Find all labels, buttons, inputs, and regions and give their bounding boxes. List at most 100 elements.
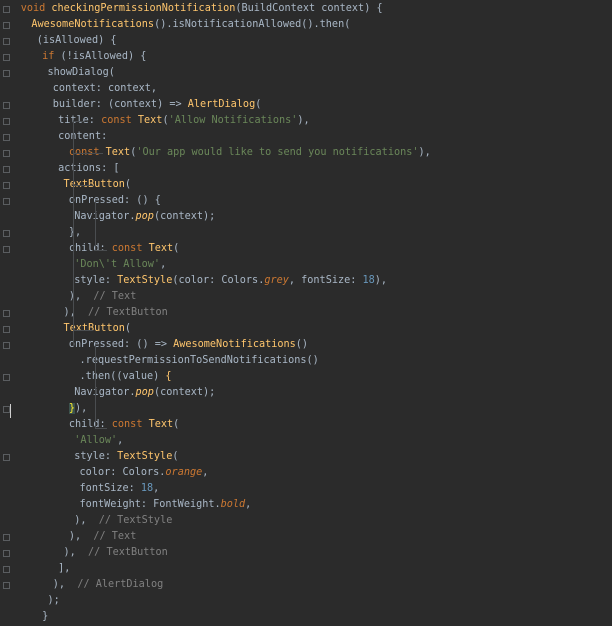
- text-caret: [10, 404, 11, 418]
- fold-marker-icon[interactable]: [3, 198, 10, 205]
- code-line[interactable]: style: TextStyle(: [74, 449, 178, 465]
- code-token: Navigator.: [74, 211, 136, 222]
- fold-marker-icon[interactable]: [3, 582, 10, 589]
- code-token: ),: [63, 547, 89, 558]
- code-line[interactable]: content:: [58, 129, 107, 145]
- code-token: (color: Colors.: [172, 275, 265, 286]
- code-line[interactable]: fontSize: 18,: [80, 481, 160, 497]
- code-token: 'Don\'t Allow': [74, 259, 161, 270]
- code-token: {: [165, 371, 172, 382]
- code-token: AlertDialog: [187, 99, 256, 110]
- code-token: ),: [297, 115, 310, 126]
- code-line[interactable]: showDialog(: [47, 65, 114, 81]
- fold-marker-icon[interactable]: [3, 22, 10, 29]
- fold-marker-icon[interactable]: [3, 118, 10, 125]
- code-line[interactable]: .then((value) {: [80, 369, 172, 385]
- fold-marker-icon[interactable]: [3, 230, 10, 237]
- fold-marker-icon[interactable]: [3, 38, 10, 45]
- code-line[interactable]: 'Allow',: [74, 433, 123, 449]
- code-token: (!isAllowed) {: [60, 51, 147, 62]
- code-token: 18: [362, 275, 375, 286]
- code-line[interactable]: );: [47, 593, 59, 609]
- code-line[interactable]: builder: (context) => AlertDialog(: [53, 97, 262, 113]
- fold-marker-icon[interactable]: [3, 134, 10, 141]
- fold-marker-icon[interactable]: [3, 534, 10, 541]
- code-token: ,: [153, 483, 160, 494]
- code-token: context) {: [315, 3, 383, 14]
- code-token: TextStyle: [117, 451, 173, 462]
- fold-marker-icon[interactable]: [3, 70, 10, 77]
- code-token: 'Allow Notifications': [168, 115, 298, 126]
- indent-guide: [73, 330, 93, 331]
- code-line[interactable]: color: Colors.orange,: [80, 465, 209, 481]
- code-token: ),: [52, 579, 78, 590]
- code-line[interactable]: }: [42, 609, 48, 625]
- code-line[interactable]: actions: [: [58, 161, 119, 177]
- code-line[interactable]: ), // TextStyle: [74, 513, 172, 529]
- fold-marker-icon[interactable]: [3, 246, 10, 253]
- code-token: orange: [165, 467, 203, 478]
- code-line[interactable]: void checkingPermissionNotification(Buil…: [21, 1, 383, 17]
- fold-marker-icon[interactable]: [3, 342, 10, 349]
- code-line[interactable]: ), // TextButton: [64, 305, 168, 321]
- code-token: 'Allow': [74, 435, 118, 446]
- fold-marker-icon[interactable]: [3, 150, 10, 157]
- code-token: if: [42, 51, 61, 62]
- code-line[interactable]: child: const Text(: [69, 241, 179, 257]
- code-line[interactable]: child: const Text(: [69, 417, 179, 433]
- code-line[interactable]: fontWeight: FontWeight.bold,: [80, 497, 252, 513]
- code-line[interactable]: title: const Text('Allow Notifications')…: [58, 113, 310, 129]
- code-editor[interactable]: void checkingPermissionNotification (Buil…: [0, 0, 612, 626]
- fold-marker-icon[interactable]: [3, 6, 10, 13]
- indent-guide: [73, 121, 85, 122]
- code-line[interactable]: onPressed: () {: [69, 193, 161, 209]
- fold-marker-icon[interactable]: [3, 374, 10, 381]
- code-token: const: [111, 243, 149, 254]
- fold-marker-icon[interactable]: [3, 566, 10, 573]
- code-token: (: [173, 243, 180, 254]
- code-token: onPressed: () =>: [68, 339, 174, 350]
- code-line[interactable]: context: context,: [53, 81, 157, 97]
- code-token: // TextButton: [88, 547, 168, 558]
- code-token: ,: [160, 259, 167, 270]
- code-line[interactable]: (isAllowed) {: [37, 33, 117, 49]
- code-token: ),: [418, 147, 431, 158]
- code-line[interactable]: const Text('Our app would like to send y…: [69, 145, 431, 161]
- code-line[interactable]: .requestPermissionToSendNotifications(): [80, 353, 319, 369]
- code-token: style:: [74, 275, 118, 286]
- fold-marker-icon[interactable]: [3, 166, 10, 173]
- code-line[interactable]: ],: [58, 561, 70, 577]
- code-token: (isAllowed) {: [36, 35, 117, 46]
- code-line[interactable]: }),: [68, 401, 87, 417]
- fold-marker-icon[interactable]: [3, 54, 10, 61]
- fold-marker-icon[interactable]: [3, 550, 10, 557]
- code-token: ),: [74, 515, 99, 526]
- fold-marker-icon[interactable]: [3, 102, 10, 109]
- code-line[interactable]: style: TextStyle(color: Colors.grey, fon…: [74, 273, 387, 289]
- code-token: .then((value): [79, 371, 166, 382]
- code-token: TextStyle: [117, 275, 173, 286]
- code-token: // TextStyle: [98, 515, 173, 526]
- code-token: builder: (context) =>: [52, 99, 188, 110]
- fold-marker-icon[interactable]: [3, 454, 10, 461]
- code-line[interactable]: AwesomeNotifications().isNotificationAll…: [31, 17, 350, 33]
- fold-marker-icon[interactable]: [3, 326, 10, 333]
- code-line[interactable]: if (!isAllowed) {: [42, 49, 146, 65]
- code-token: (): [295, 339, 309, 350]
- code-line[interactable]: ), // AlertDialog: [53, 577, 163, 593]
- code-line[interactable]: ), // Text: [69, 529, 136, 545]
- code-token: // Text: [93, 291, 137, 302]
- code-area[interactable]: void checkingPermissionNotification (Buil…: [0, 0, 612, 626]
- fold-marker-icon[interactable]: [3, 406, 10, 413]
- code-line[interactable]: 'Don\'t Allow',: [74, 257, 166, 273]
- fold-marker-icon[interactable]: [3, 310, 10, 317]
- code-token: style:: [74, 451, 118, 462]
- code-line[interactable]: },: [69, 225, 81, 241]
- fold-marker-icon[interactable]: [3, 182, 10, 189]
- code-line[interactable]: ), // Text: [69, 289, 136, 305]
- code-line[interactable]: onPressed: () => AwesomeNotifications(): [69, 337, 308, 353]
- code-token: 18: [140, 483, 154, 494]
- code-token: Text: [105, 147, 131, 158]
- code-line[interactable]: ), // TextButton: [64, 545, 168, 561]
- code-token: 'Our app would like to send you notifica…: [136, 147, 419, 158]
